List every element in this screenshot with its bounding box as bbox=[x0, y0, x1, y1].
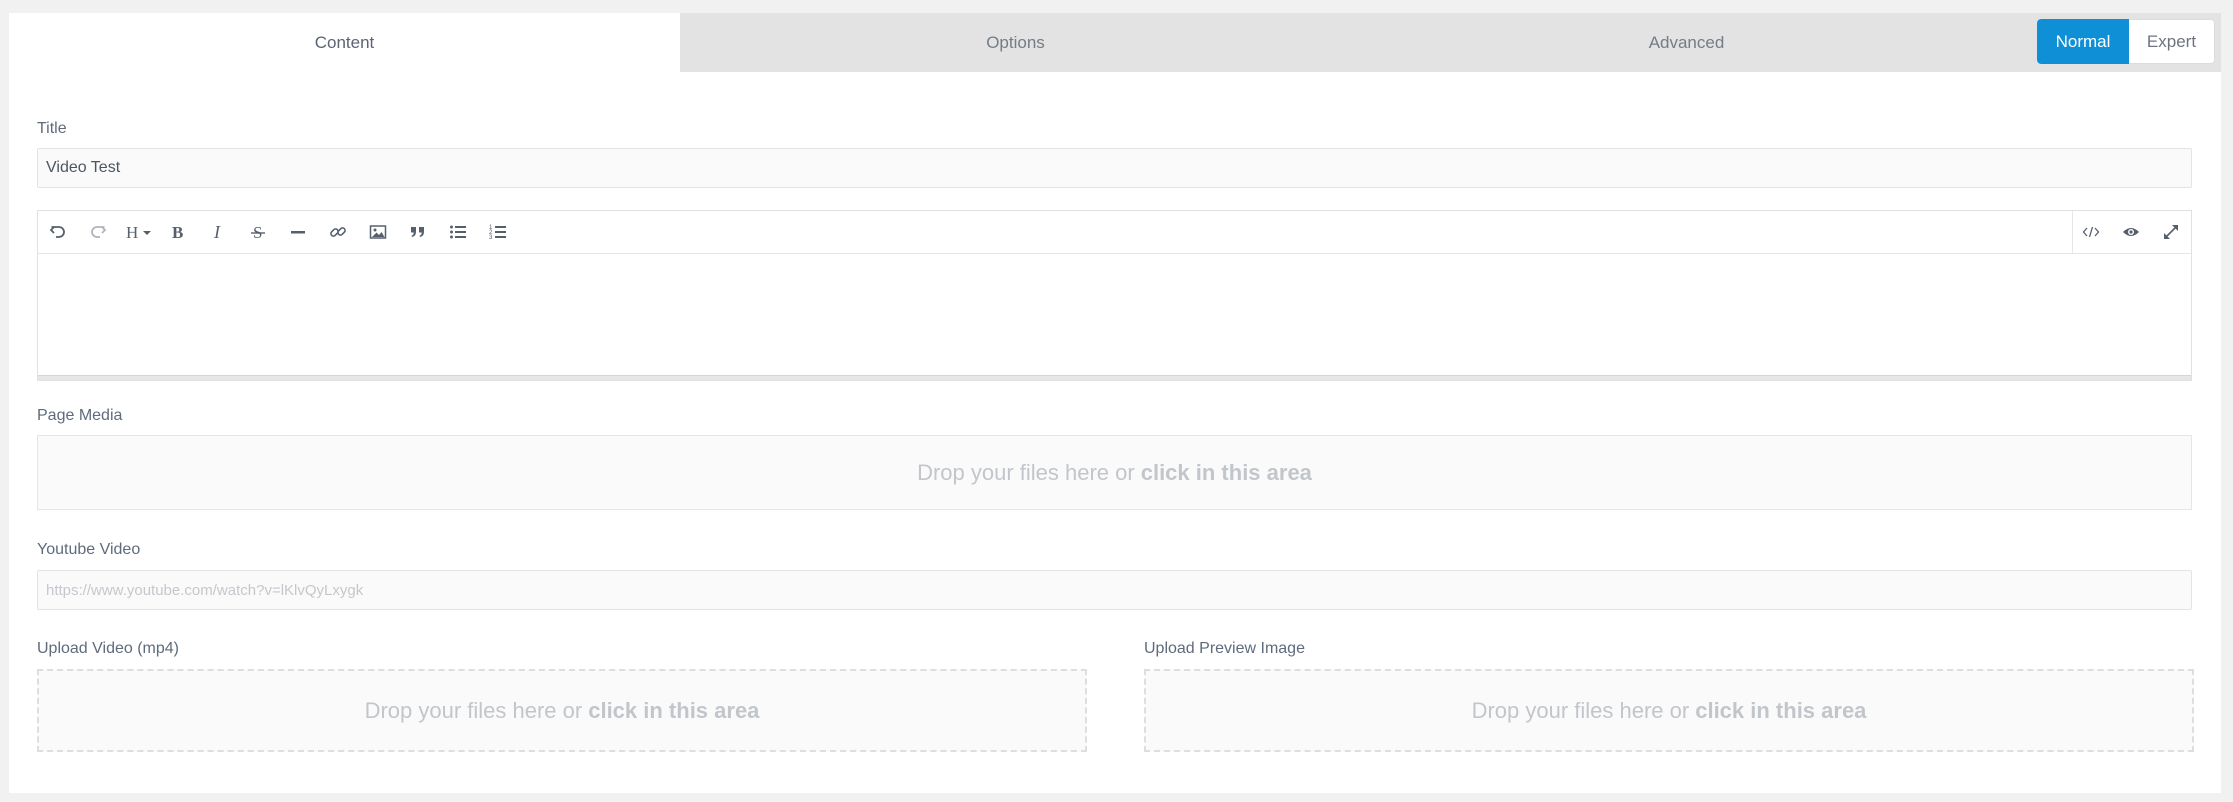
upload-preview-dropzone[interactable]: Drop your files here or click in this ar… bbox=[1144, 669, 2194, 752]
dropzone-text: Drop your files here or bbox=[364, 697, 583, 723]
upload-video-label: Upload Video (mp4) bbox=[37, 640, 180, 657]
normal-mode-button[interactable]: Normal bbox=[2037, 19, 2129, 64]
tab-options[interactable]: Options bbox=[680, 13, 1351, 72]
quote-icon[interactable] bbox=[398, 211, 438, 253]
upload-video-dropzone[interactable]: Drop your files here or click in this ar… bbox=[37, 669, 1087, 752]
title-label: Title bbox=[37, 120, 67, 137]
editor-text-area[interactable] bbox=[38, 254, 2191, 372]
upload-preview-label: Upload Preview Image bbox=[1144, 640, 1305, 657]
tab-bar: Content Options Advanced Normal Expert bbox=[9, 13, 2221, 72]
tab-content[interactable]: Content bbox=[9, 13, 680, 72]
dropzone-link[interactable]: click in this area bbox=[1695, 698, 1866, 724]
tab-advanced[interactable]: Advanced bbox=[1351, 13, 2022, 72]
image-icon[interactable] bbox=[358, 211, 398, 253]
svg-text:H: H bbox=[126, 223, 138, 241]
svg-text:B: B bbox=[172, 223, 183, 241]
preview-icon[interactable] bbox=[2111, 211, 2151, 253]
youtube-video-label: Youtube Video bbox=[37, 541, 141, 558]
heading-icon[interactable]: H bbox=[118, 211, 158, 253]
svg-text:3: 3 bbox=[489, 235, 493, 241]
bold-icon[interactable]: B bbox=[158, 211, 198, 253]
numbered-list-icon[interactable]: 123 bbox=[478, 211, 518, 253]
editor-resize-handle[interactable] bbox=[38, 375, 2191, 380]
svg-text:S: S bbox=[253, 223, 262, 241]
link-icon[interactable] bbox=[318, 211, 358, 253]
dropzone-link[interactable]: click in this area bbox=[588, 698, 759, 724]
content-panel: Content Options Advanced Normal Expert T… bbox=[9, 13, 2221, 793]
horizontal-rule-icon[interactable] bbox=[278, 211, 318, 253]
title-input[interactable]: Video Test bbox=[37, 148, 2192, 188]
page-media-label: Page Media bbox=[37, 407, 123, 424]
dropzone-text: Drop your files here or bbox=[1471, 697, 1690, 723]
dropzone-text: Drop your files here or bbox=[917, 459, 1135, 485]
toolbar-right-group bbox=[2071, 211, 2191, 253]
editor-toolbar: H B I S 1 2 3 bbox=[38, 211, 2191, 254]
bullet-list-icon[interactable] bbox=[438, 211, 478, 253]
code-icon[interactable] bbox=[2071, 211, 2111, 253]
undo-icon[interactable] bbox=[38, 211, 78, 253]
svg-text:I: I bbox=[213, 223, 221, 241]
italic-icon[interactable]: I bbox=[198, 211, 238, 253]
markdown-editor: H B I S 1 2 3 bbox=[37, 210, 2192, 381]
dropzone-link[interactable]: click in this area bbox=[1141, 460, 1312, 486]
mode-switch: Normal Expert bbox=[2037, 19, 2215, 64]
page-media-dropzone[interactable]: Drop your files here or click in this ar… bbox=[37, 435, 2192, 510]
strikethrough-icon[interactable]: S bbox=[238, 211, 278, 253]
fullscreen-icon[interactable] bbox=[2151, 211, 2191, 253]
expert-mode-button[interactable]: Expert bbox=[2129, 19, 2215, 64]
redo-icon[interactable] bbox=[78, 211, 118, 253]
youtube-url-input[interactable]: https://www.youtube.com/watch?v=lKlvQyLx… bbox=[37, 570, 2192, 610]
